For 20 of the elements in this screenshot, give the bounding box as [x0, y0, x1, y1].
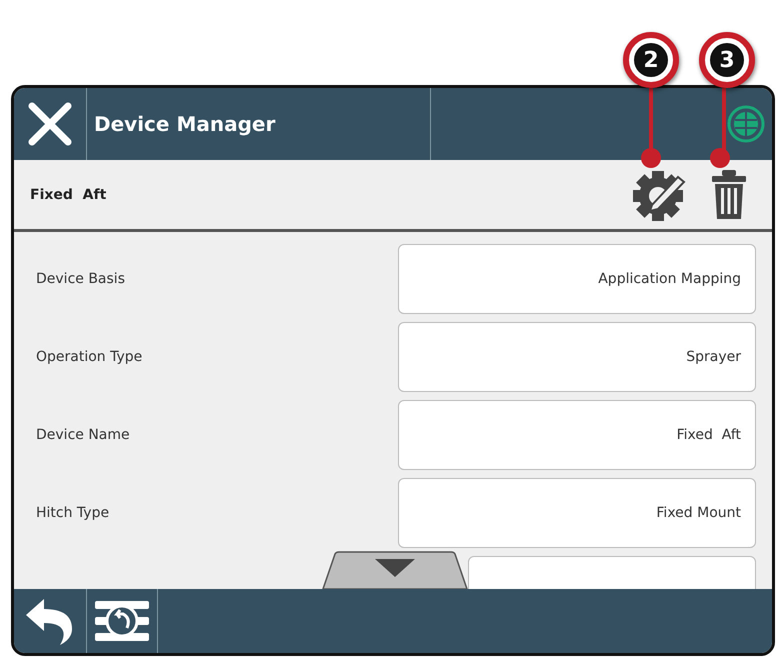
setting-label: Device Basis	[36, 271, 126, 287]
delete-button[interactable]	[710, 168, 748, 220]
setting-label: Hitch Type	[36, 505, 110, 521]
callout-badge: 3	[699, 32, 755, 88]
trash-icon	[710, 168, 748, 220]
scroll-down-tab[interactable]	[321, 551, 469, 589]
setting-field[interactable]: Sprayer	[398, 322, 756, 392]
window-title: Device Manager	[94, 112, 276, 136]
setting-label: Operation Type	[36, 349, 144, 365]
close-button[interactable]	[27, 101, 73, 147]
setting-field[interactable]: Fixed Mount	[398, 478, 756, 548]
setting-label: Device Name	[36, 427, 131, 443]
setting-field[interactable]: Fixed Aft	[398, 400, 756, 470]
callout-badge: 2	[623, 32, 679, 88]
reset-button[interactable]	[93, 598, 151, 644]
setting-field[interactable]: Application Mapping	[398, 244, 756, 314]
globe-status-icon	[726, 104, 766, 144]
reset-icon	[93, 598, 151, 644]
device-title: Fixed Aft	[30, 186, 108, 202]
close-icon	[27, 101, 73, 147]
